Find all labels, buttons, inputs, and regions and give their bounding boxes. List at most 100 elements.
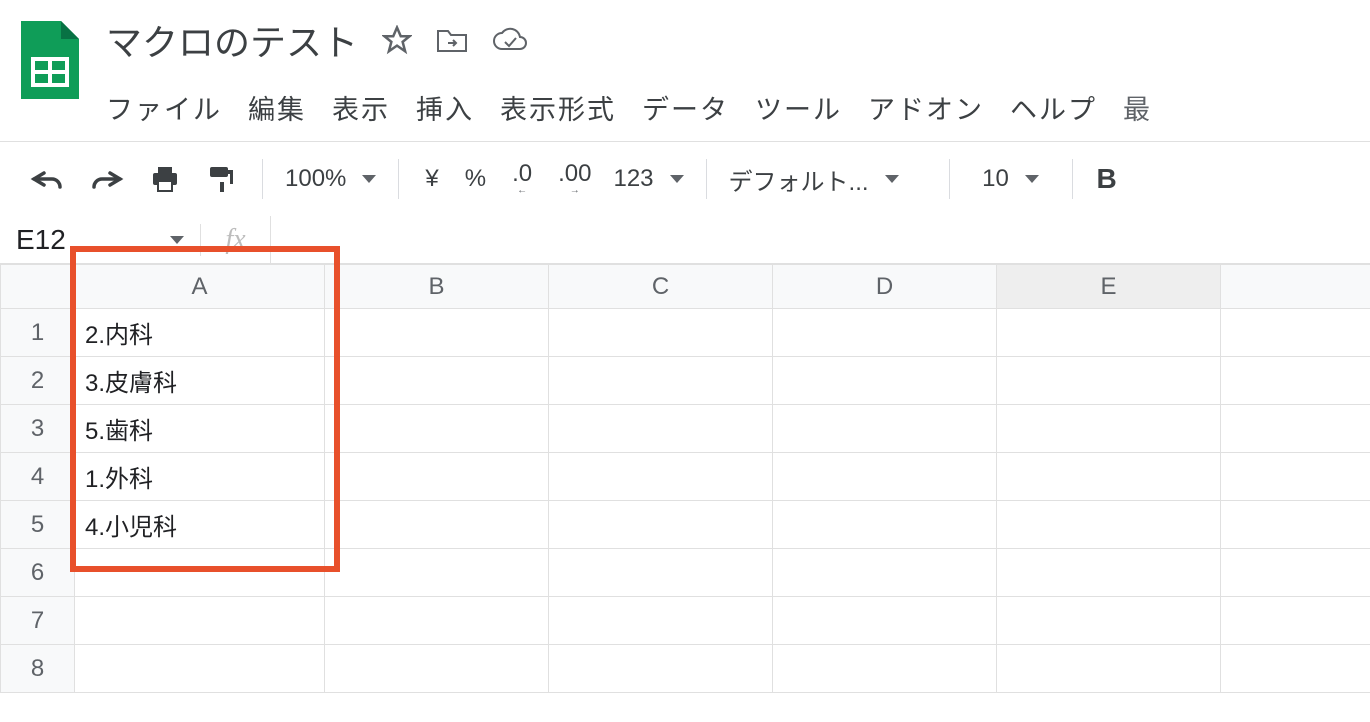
font-size-dropdown[interactable]: 10 bbox=[966, 165, 1056, 193]
font-family-value: デフォルト... bbox=[729, 162, 869, 197]
column-header-E[interactable]: E bbox=[997, 265, 1221, 309]
cell-C5[interactable] bbox=[549, 501, 773, 549]
cell-D7[interactable] bbox=[773, 597, 997, 645]
cell-D5[interactable] bbox=[773, 501, 997, 549]
cell-A3[interactable]: 5.歯科 bbox=[75, 405, 325, 453]
menu-last-edit[interactable]: 最 bbox=[1123, 88, 1152, 127]
row-header-5[interactable]: 5 bbox=[1, 501, 75, 549]
cell-E5[interactable] bbox=[997, 501, 1221, 549]
menu-format[interactable]: 表示形式 bbox=[500, 88, 616, 127]
menu-help[interactable]: ヘルプ bbox=[1010, 88, 1097, 127]
cell-C3[interactable] bbox=[549, 405, 773, 453]
cell-B8[interactable] bbox=[325, 645, 549, 693]
undo-button[interactable] bbox=[20, 161, 74, 197]
star-icon[interactable] bbox=[382, 25, 412, 55]
cell-B2[interactable] bbox=[325, 357, 549, 405]
toolbar-separator bbox=[262, 159, 263, 199]
row-header-1[interactable]: 1 bbox=[1, 309, 75, 357]
header: マクロのテスト ファイル 編集 表示 bbox=[0, 0, 1370, 127]
font-family-dropdown[interactable]: デフォルト... bbox=[723, 162, 933, 197]
column-header-B[interactable]: B bbox=[325, 265, 549, 309]
cell-A5[interactable]: 4.小児科 bbox=[75, 501, 325, 549]
cell-B5[interactable] bbox=[325, 501, 549, 549]
menu-view[interactable]: 表示 bbox=[332, 88, 390, 127]
cell-F6[interactable] bbox=[1221, 549, 1370, 597]
column-header-F[interactable] bbox=[1221, 265, 1370, 309]
cell-C7[interactable] bbox=[549, 597, 773, 645]
cell-D8[interactable] bbox=[773, 645, 997, 693]
cell-B3[interactable] bbox=[325, 405, 549, 453]
cell-B4[interactable] bbox=[325, 453, 549, 501]
column-header-D[interactable]: D bbox=[773, 265, 997, 309]
cell-E8[interactable] bbox=[997, 645, 1221, 693]
menu-insert[interactable]: 挿入 bbox=[416, 88, 474, 127]
row-header-6[interactable]: 6 bbox=[1, 549, 75, 597]
cell-A6[interactable] bbox=[75, 549, 325, 597]
cell-F7[interactable] bbox=[1221, 597, 1370, 645]
row-header-3[interactable]: 3 bbox=[1, 405, 75, 453]
cell-B6[interactable] bbox=[325, 549, 549, 597]
column-header-C[interactable]: C bbox=[549, 265, 773, 309]
cell-A8[interactable] bbox=[75, 645, 325, 693]
cell-F4[interactable] bbox=[1221, 453, 1370, 501]
zoom-dropdown[interactable]: 100% bbox=[279, 165, 382, 193]
menu-bar: ファイル 編集 表示 挿入 表示形式 データ ツール アドオン ヘルプ 最 bbox=[106, 66, 1352, 127]
format-percent-button[interactable]: % bbox=[455, 159, 496, 199]
toolbar-separator bbox=[398, 159, 399, 199]
select-all-corner[interactable] bbox=[1, 265, 75, 309]
increase-decimal-button[interactable]: .00 → bbox=[548, 156, 601, 202]
chevron-down-icon bbox=[170, 236, 184, 244]
doc-title[interactable]: マクロのテスト bbox=[106, 14, 358, 66]
cell-A7[interactable] bbox=[75, 597, 325, 645]
cell-E6[interactable] bbox=[997, 549, 1221, 597]
cell-E4[interactable] bbox=[997, 453, 1221, 501]
column-header-A[interactable]: A bbox=[75, 265, 325, 309]
format-currency-button[interactable]: ¥ bbox=[415, 159, 448, 199]
cell-A1[interactable]: 2.内科 bbox=[75, 309, 325, 357]
cell-A2[interactable]: 3.皮膚科 bbox=[75, 357, 325, 405]
paint-format-button[interactable] bbox=[196, 158, 246, 200]
cell-E3[interactable] bbox=[997, 405, 1221, 453]
cell-D3[interactable] bbox=[773, 405, 997, 453]
cell-E2[interactable] bbox=[997, 357, 1221, 405]
menu-file[interactable]: ファイル bbox=[106, 88, 222, 127]
cell-F3[interactable] bbox=[1221, 405, 1370, 453]
row-header-2[interactable]: 2 bbox=[1, 357, 75, 405]
more-formats-dropdown[interactable]: 123 bbox=[607, 165, 689, 193]
row-header-8[interactable]: 8 bbox=[1, 645, 75, 693]
cloud-saved-icon[interactable] bbox=[492, 27, 528, 53]
cell-D1[interactable] bbox=[773, 309, 997, 357]
print-button[interactable] bbox=[140, 159, 190, 199]
cell-D4[interactable] bbox=[773, 453, 997, 501]
menu-addons[interactable]: アドオン bbox=[868, 88, 984, 127]
toolbar-separator bbox=[1072, 159, 1073, 199]
cell-C4[interactable] bbox=[549, 453, 773, 501]
cell-E1[interactable] bbox=[997, 309, 1221, 357]
formula-input[interactable] bbox=[270, 216, 1370, 263]
decrease-decimal-button[interactable]: .0 ← bbox=[502, 156, 542, 202]
cell-C6[interactable] bbox=[549, 549, 773, 597]
cell-D6[interactable] bbox=[773, 549, 997, 597]
row-header-7[interactable]: 7 bbox=[1, 597, 75, 645]
cell-C2[interactable] bbox=[549, 357, 773, 405]
cell-F5[interactable] bbox=[1221, 501, 1370, 549]
cell-A4[interactable]: 1.外科 bbox=[75, 453, 325, 501]
name-box[interactable]: E12 bbox=[0, 224, 200, 256]
cell-E7[interactable] bbox=[997, 597, 1221, 645]
cell-B7[interactable] bbox=[325, 597, 549, 645]
row-header-4[interactable]: 4 bbox=[1, 453, 75, 501]
bold-button[interactable]: B bbox=[1089, 163, 1125, 195]
redo-button[interactable] bbox=[80, 161, 134, 197]
move-to-folder-icon[interactable] bbox=[436, 27, 468, 53]
menu-edit[interactable]: 編集 bbox=[248, 88, 306, 127]
menu-tools[interactable]: ツール bbox=[755, 88, 842, 127]
sheets-app-icon[interactable] bbox=[18, 18, 82, 102]
cell-D2[interactable] bbox=[773, 357, 997, 405]
cell-C8[interactable] bbox=[549, 645, 773, 693]
cell-B1[interactable] bbox=[325, 309, 549, 357]
cell-F2[interactable] bbox=[1221, 357, 1370, 405]
cell-C1[interactable] bbox=[549, 309, 773, 357]
menu-data[interactable]: データ bbox=[642, 88, 729, 127]
cell-F8[interactable] bbox=[1221, 645, 1370, 693]
cell-F1[interactable] bbox=[1221, 309, 1370, 357]
